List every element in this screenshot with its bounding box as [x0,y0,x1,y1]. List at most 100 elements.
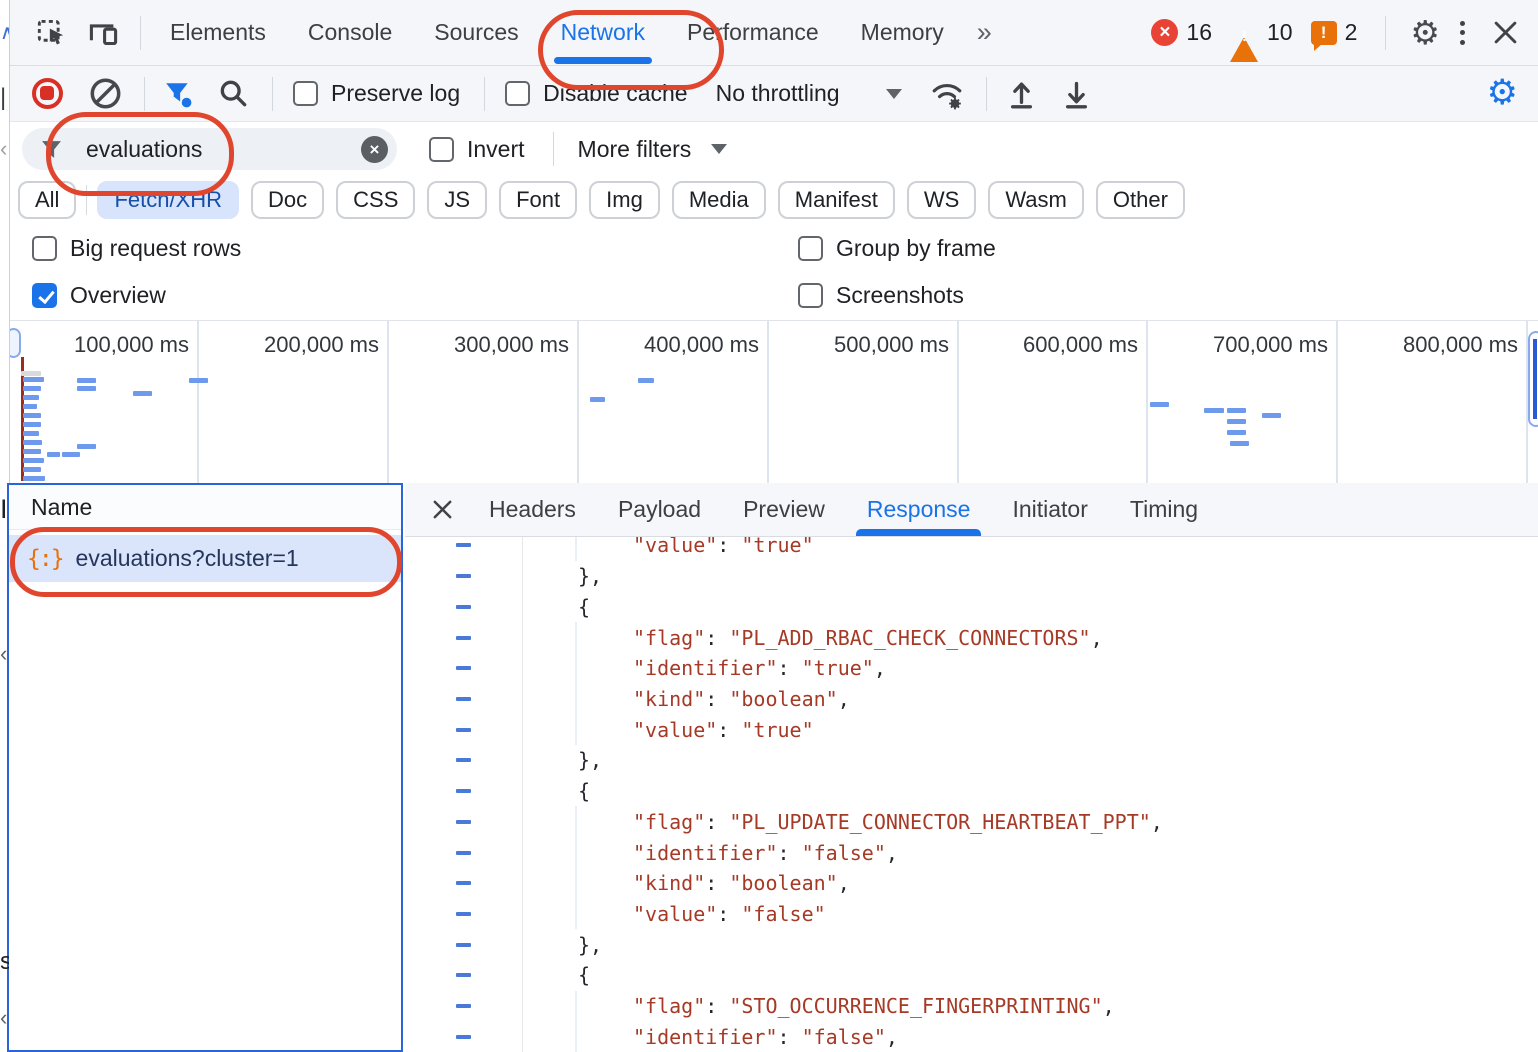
code-line: "flag": "PL_ADD_RBAC_CHECK_CONNECTORS", [405,622,1538,653]
code-line: }, [405,561,1538,592]
warning-badge-icon[interactable]: ! [1230,20,1259,46]
filter-funnel-icon[interactable] [163,79,193,109]
issues-badge-icon[interactable]: ! [1311,21,1337,45]
clear-network-log-icon[interactable] [89,77,122,110]
detail-tab-initiator[interactable]: Initiator [991,483,1108,536]
customize-menu-icon[interactable] [1454,21,1471,45]
tab-performance[interactable]: Performance [666,0,840,65]
inspect-element-icon[interactable] [28,17,75,48]
line-marker-dash [456,820,471,824]
more-filters-caret-icon[interactable] [711,144,727,154]
code-gutter [405,837,522,868]
overview-request-bar [23,395,39,400]
throttling-caret-icon[interactable] [886,89,902,99]
close-detail-icon[interactable] [431,498,454,521]
filter-text-input[interactable] [22,128,397,170]
invert-checkbox[interactable] [429,137,454,162]
line-marker-dash [456,543,471,547]
clear-filter-icon[interactable]: × [361,136,388,163]
filter-chip-ws[interactable]: WS [907,181,976,219]
detail-tab-payload[interactable]: Payload [597,483,722,536]
search-icon[interactable] [219,79,248,108]
overview-request-bar [23,440,42,445]
filter-chip-other[interactable]: Other [1096,181,1185,219]
code-gutter [405,899,522,930]
detail-tab-headers[interactable]: Headers [468,483,597,536]
response-code-lines: "value": "true"}, { "flag": "PL_ADD_RBAC_C… [405,537,1538,1052]
filter-chip-wasm[interactable]: Wasm [988,181,1084,219]
tab-elements[interactable]: Elements [149,0,287,65]
overview-request-bar [1262,413,1281,418]
more-filters-button[interactable]: More filters [578,136,692,163]
toolbar-divider [140,16,141,50]
filter-chip-manifest[interactable]: Manifest [778,181,895,219]
tab-network[interactable]: Network [540,0,666,65]
filter-chip-all[interactable]: All [18,181,76,219]
overview-tick-label: 800,000 ms [1288,332,1518,358]
filter-chip-js[interactable]: JS [427,181,487,219]
code-text: { [522,595,590,619]
filter-chip-doc[interactable]: Doc [251,181,324,219]
filter-chip-media[interactable]: Media [672,181,766,219]
detail-tab-response[interactable]: Response [846,483,992,536]
network-toolbar: Preserve log Disable cache No throttling… [10,66,1538,122]
line-marker-dash [456,912,471,916]
overview-request-bar [23,431,39,436]
group-by-frame-checkbox[interactable] [798,236,823,261]
more-tabs-icon[interactable]: » [965,17,1004,48]
big-request-rows-checkbox[interactable] [32,236,57,261]
code-gutter [405,684,522,715]
overview-request-bar [1227,419,1246,424]
line-marker-dash [456,881,471,885]
code-gutter [405,622,522,653]
code-gutter [405,868,522,899]
network-overview-timeline[interactable]: 100,000 ms200,000 ms300,000 ms400,000 ms… [10,321,1538,483]
warning-count[interactable]: 10 [1267,19,1293,46]
export-har-icon[interactable] [1062,78,1091,109]
overview-checkbox[interactable] [32,283,57,308]
error-count[interactable]: 16 [1186,19,1212,46]
request-row[interactable]: {:}evaluations?cluster=1 [9,535,401,582]
filter-chip-font[interactable]: Font [499,181,577,219]
name-column-header[interactable]: Name [9,485,401,530]
error-badge-icon[interactable]: × [1151,19,1178,46]
code-text: "value": "true" [522,718,814,742]
record-network-log-icon[interactable] [32,78,63,109]
code-line: "identifier": "true", [405,653,1538,684]
tab-console[interactable]: Console [287,0,413,65]
request-list-panel: Name {:}evaluations?cluster=1 [7,483,403,1052]
tab-sources[interactable]: Sources [413,0,539,65]
import-har-icon[interactable] [1007,78,1036,109]
code-line: "value": "true" [405,714,1538,745]
toolbar-divider [553,132,554,166]
settings-gear-icon[interactable]: ⚙ [1396,16,1454,49]
line-marker-dash [456,758,471,762]
detail-tab-preview[interactable]: Preview [722,483,846,536]
overview-request-bar [77,378,96,383]
network-conditions-icon[interactable] [930,78,964,110]
code-text: "flag": "STO_OCCURRENCE_FINGERPRINTING", [522,994,1115,1018]
overview-request-bar [1150,402,1169,407]
filter-chip-img[interactable]: Img [589,181,660,219]
filter-chip-css[interactable]: CSS [336,181,415,219]
code-gutter [405,591,522,622]
filter-chip-fetch-xhr[interactable]: Fetch/XHR [97,181,239,219]
code-line: { [405,776,1538,807]
network-settings-gear-icon[interactable]: ⚙ [1467,76,1538,111]
line-marker-dash [456,574,471,578]
response-body-viewer[interactable]: "value": "true"}, { "flag": "PL_ADD_RBAC_C… [405,537,1538,1052]
issues-count[interactable]: 2 [1345,19,1358,46]
overview-request-bar [23,449,41,454]
overview-request-bar [23,458,44,463]
detail-tab-timing[interactable]: Timing [1109,483,1219,536]
disable-cache-checkbox[interactable] [505,81,530,106]
device-toolbar-icon[interactable] [75,17,132,48]
close-devtools-icon[interactable] [1471,20,1538,45]
overview-right-handle[interactable] [1528,331,1538,427]
preserve-log-checkbox[interactable] [293,81,318,106]
code-text: "value": "true" [522,537,814,557]
screenshots-checkbox[interactable] [798,283,823,308]
throttling-select[interactable]: No throttling [716,80,840,107]
tab-memory[interactable]: Memory [840,0,965,65]
code-line: "kind": "boolean", [405,684,1538,715]
